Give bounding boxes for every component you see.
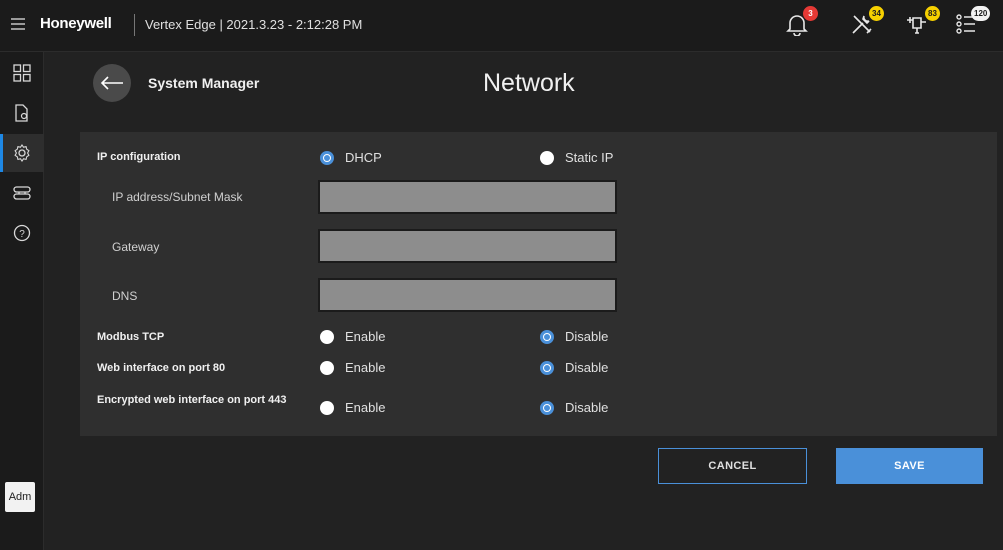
maintenance-badge: 34 [869, 6, 884, 21]
save-button[interactable]: SAVE [836, 448, 983, 484]
web80-enable-radio[interactable]: Enable [320, 359, 410, 377]
divider [134, 14, 135, 36]
help-icon: ? [13, 224, 31, 242]
maintenance-button[interactable]: 34 [850, 6, 890, 46]
top-bar: Honeywell Vertex Edge | 2021.3.23 - 2:12… [0, 0, 1003, 52]
radio-dot [320, 330, 334, 344]
modbus-disable-radio[interactable]: Disable [540, 328, 630, 346]
settings-icon [14, 144, 30, 162]
modbus-enable-radio[interactable]: Enable [320, 328, 410, 346]
radio-dot [540, 401, 554, 415]
radio-label: Enable [345, 329, 386, 344]
devices-alarm-button[interactable]: 83 [905, 6, 945, 46]
notifications-button[interactable]: 3 [786, 6, 826, 46]
dns-field[interactable] [318, 278, 617, 312]
ip-address-field[interactable] [318, 180, 617, 214]
sidebar: ? Adm [0, 52, 44, 550]
gateway-label: Gateway [112, 240, 160, 254]
sidebar-item-dashboard[interactable] [0, 54, 44, 92]
radio-label: Static IP [565, 150, 614, 165]
dns-label: DNS [112, 289, 138, 303]
devices-icon [13, 186, 31, 200]
devices-badge: 83 [925, 6, 940, 21]
breadcrumb: System Manager [148, 75, 260, 91]
radio-dot [320, 401, 334, 415]
events-button[interactable]: 120 [955, 6, 995, 46]
dashboard-icon [13, 64, 31, 82]
radio-dot [540, 151, 554, 165]
document-icon [15, 104, 28, 122]
events-badge: 120 [971, 6, 991, 21]
web-interface-80-label: Web interface on port 80 [97, 362, 226, 374]
user-avatar[interactable]: Adm [5, 482, 35, 512]
radio-dot [540, 330, 554, 344]
ip-address-label: IP address/Subnet Mask [112, 190, 243, 204]
modbus-tcp-label: Modbus TCP [97, 331, 165, 343]
menu-icon[interactable] [11, 18, 25, 30]
ip-configuration-label: IP configuration [97, 151, 181, 163]
radio-label: Disable [565, 329, 609, 344]
web443-disable-radio[interactable]: Disable [540, 399, 630, 417]
radio-label: Disable [565, 360, 609, 375]
radio-dot [320, 361, 334, 375]
arrow-left-icon [100, 76, 123, 90]
radio-dot [320, 151, 334, 165]
radio-label: Enable [345, 360, 386, 375]
radio-label: Disable [565, 400, 609, 415]
radio-label: DHCP [345, 150, 382, 165]
static-ip-radio[interactable]: Static IP [540, 149, 640, 167]
web80-disable-radio[interactable]: Disable [540, 359, 630, 377]
gateway-field[interactable] [318, 229, 617, 263]
back-button[interactable] [93, 64, 131, 102]
page-title: Network [483, 69, 575, 97]
cancel-button[interactable]: CANCEL [658, 448, 807, 484]
sidebar-item-help[interactable]: ? [0, 214, 44, 252]
notification-badge: 3 [803, 6, 818, 21]
web-interface-443-label: Encrypted web interface on port 443 [97, 394, 287, 406]
radio-label: Enable [345, 400, 386, 415]
sidebar-item-devices[interactable] [0, 174, 44, 212]
svg-text:?: ? [19, 229, 25, 240]
radio-dot [540, 361, 554, 375]
brand-logo: Honeywell [40, 15, 112, 32]
app-title: Vertex Edge | 2021.3.23 - 2:12:28 PM [145, 17, 363, 32]
sidebar-item-reports[interactable] [0, 94, 44, 132]
sidebar-item-settings[interactable] [0, 134, 44, 172]
web443-enable-radio[interactable]: Enable [320, 399, 410, 417]
dhcp-radio[interactable]: DHCP [320, 149, 400, 167]
